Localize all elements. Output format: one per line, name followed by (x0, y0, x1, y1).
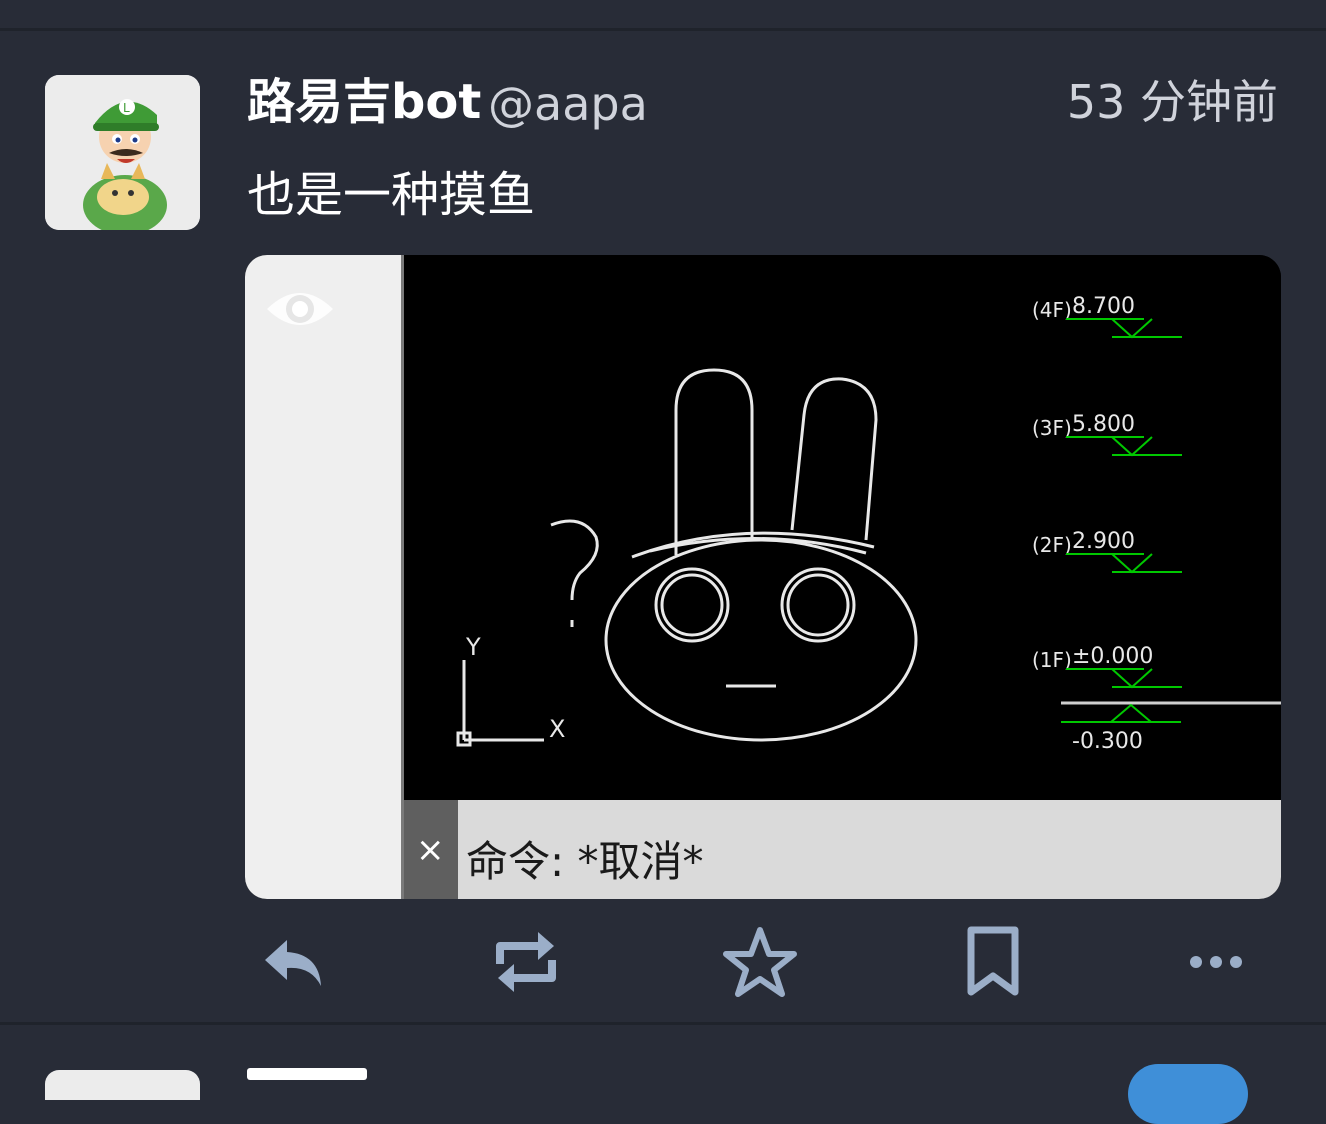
floor-label: (1F) (1032, 648, 1072, 672)
command-line[interactable]: × 命令: *取消* (404, 800, 1281, 899)
bottom-divider (0, 1022, 1326, 1025)
elevation-label: ±0.000 (1072, 644, 1153, 669)
elevation-label: 2.900 (1072, 529, 1135, 554)
more-button[interactable] (1176, 922, 1256, 1002)
star-icon (723, 927, 797, 997)
ucs-x-label: X (549, 715, 565, 743)
elevation-label: 5.800 (1072, 412, 1135, 437)
favourite-button[interactable] (720, 922, 800, 1002)
next-status-badge (1128, 1064, 1248, 1124)
elevation-label: 8.700 (1072, 294, 1135, 319)
next-status-header (247, 1060, 367, 1080)
display-name[interactable]: 路易吉bot (247, 72, 481, 132)
reply-button[interactable] (253, 922, 333, 1002)
bookmark-button[interactable] (953, 922, 1033, 1002)
avatar[interactable]: L (45, 75, 200, 230)
media-side-panel (245, 255, 401, 899)
more-icon (1190, 956, 1242, 968)
ucs-y-label: Y (465, 633, 481, 661)
command-line-close-button[interactable]: × (416, 830, 445, 870)
account-handle[interactable]: @aapa (488, 74, 648, 134)
avatar-illustration: L (45, 75, 200, 230)
top-divider (0, 28, 1326, 31)
status-content: 也是一种摸鱼 (247, 167, 536, 223)
bookmark-icon (967, 926, 1019, 996)
next-status-avatar[interactable] (45, 1070, 200, 1100)
floor-label: (4F) (1032, 298, 1072, 322)
floor-label: (2F) (1032, 533, 1072, 557)
eye-icon (267, 293, 333, 325)
command-line-text: 命令: *取消* (466, 837, 704, 886)
basement-elevation: -0.300 (1072, 729, 1143, 754)
reply-icon (265, 940, 321, 986)
boost-icon (496, 932, 556, 992)
boost-button[interactable] (486, 922, 566, 1002)
svg-text:L: L (123, 101, 130, 115)
timestamp[interactable]: 53 分钟前 (1067, 72, 1278, 132)
cad-drawing: Y X (4F) 8.700 (3F) 5.800 (2F) 2.900 (1F) ±0.00… (404, 255, 1281, 800)
hide-media-button[interactable] (263, 281, 337, 337)
floor-label: (3F) (1032, 416, 1072, 440)
media-attachment[interactable]: Y X (4F) 8.700 (3F) 5.800 (2F) 2.900 (1F) ±0.00… (245, 255, 1281, 899)
